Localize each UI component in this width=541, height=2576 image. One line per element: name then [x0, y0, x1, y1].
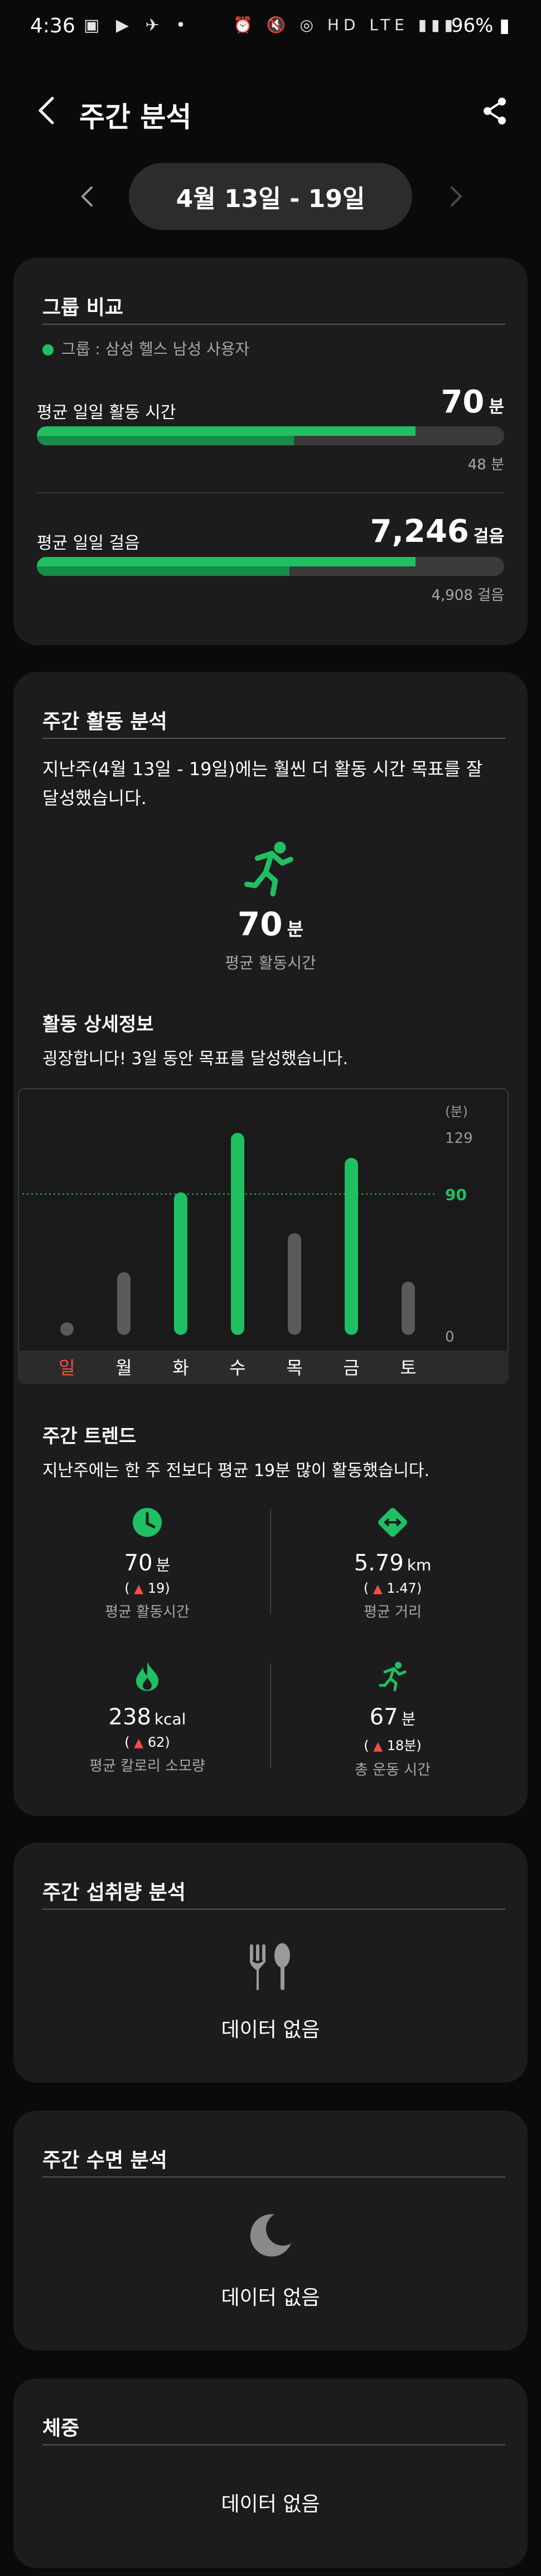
steps-bar — [37, 557, 504, 576]
intake-empty-text: 데이터 없음 — [221, 2018, 320, 2041]
trend-label: 평균 활동시간 — [105, 1604, 190, 1621]
trend-value: 70 분 — [36, 1550, 259, 1576]
up-arrow-icon: ▲ — [373, 1582, 383, 1596]
weight-card[interactable]: 체중 데이터 없음 — [13, 2378, 528, 2568]
trend-value-unit: 분 — [401, 1710, 416, 1728]
intake-title: 주간 섭취량 분석 — [42, 1881, 186, 1904]
battery-level: 96% ▮ — [451, 15, 510, 37]
trend-label: 평균 거리 — [364, 1604, 422, 1621]
intake-card[interactable]: 주간 섭취량 분석 데이터 없음 — [13, 1843, 528, 2083]
trend-item: 67 분 ( ▲ 18분) 총 운동 시간 — [281, 1661, 504, 1795]
trend-label: 평균 칼로리 소모량 — [89, 1758, 205, 1775]
prev-week-icon[interactable] — [76, 180, 98, 213]
sleep-card[interactable]: 주간 수면 분석 데이터 없음 — [13, 2111, 528, 2351]
group-compare-title: 그룹 비교 — [42, 296, 124, 319]
divider — [42, 324, 505, 325]
weight-title: 체중 — [42, 2417, 80, 2440]
distance-icon — [378, 1508, 407, 1537]
group-label-row: 그룹 : 삼성 헬스 남성 사용자 — [42, 337, 249, 359]
trend-item: 5.79 km ( ▲ 1.47) 평균 거리 — [281, 1507, 504, 1641]
next-week-icon — [451, 186, 462, 206]
divider — [37, 492, 504, 493]
steps-value: 7,246 걸음 — [370, 513, 504, 550]
sleep-title: 주간 수면 분석 — [42, 2149, 167, 2172]
group-steps-value: 4,908 걸음 — [431, 587, 504, 604]
trend-value-unit: km — [407, 1556, 432, 1574]
trend-delta-value: 1.47 — [387, 1580, 417, 1596]
sleep-empty-text: 데이터 없음 — [221, 2286, 320, 2309]
chart-day-axis — [18, 1351, 509, 1384]
activity-time-label: 평균 일일 활동 시간 — [37, 403, 176, 422]
trend-value-number: 238 — [108, 1704, 151, 1730]
trend-value-unit: 분 — [156, 1556, 171, 1574]
activity-detail-title: 활동 상세정보 — [42, 1013, 154, 1036]
date-range-selector[interactable]: 4월 13일 - 19일 — [129, 163, 412, 230]
divider — [270, 1509, 271, 1614]
steps-label: 평균 일일 걸음 — [37, 534, 140, 553]
avg-activity-label: 평균 활동시간 — [225, 954, 316, 972]
divider — [270, 1663, 271, 1768]
activity-detail-text: 굉장합니다! 3일 동안 목표를 달성했습니다. — [42, 1049, 348, 1069]
trend-value: 238 kcal — [36, 1704, 259, 1730]
my-activity-bar — [37, 426, 416, 436]
my-steps-bar — [37, 557, 416, 566]
group-compare-card: 그룹 비교 그룹 : 삼성 헬스 남성 사용자 평균 일일 활동 시간 70 분 … — [13, 258, 528, 645]
runner-icon — [244, 842, 293, 897]
up-arrow-icon: ▲ — [134, 1736, 144, 1750]
group-steps-bar — [37, 566, 289, 576]
moon-icon — [250, 2214, 291, 2257]
trend-delta-value: 62 — [147, 1734, 165, 1750]
clock-icon — [133, 1508, 162, 1537]
weekly-activity-title: 주간 활동 분석 — [42, 710, 167, 733]
weekly-activity-summary: 지난주(4월 13일 - 19일)에는 훨씬 더 활동 시간 목표를 잘 달성했… — [42, 758, 483, 809]
trend-delta: ( ▲ 1.47) — [363, 1580, 422, 1596]
back-arrow-icon[interactable] — [33, 94, 61, 127]
status-time: 4:36 — [30, 15, 75, 37]
divider — [42, 2176, 505, 2178]
trend-delta: ( ▲ 18분) — [364, 1738, 422, 1753]
activity-time-bar — [37, 426, 504, 445]
divider — [42, 738, 505, 739]
flame-icon — [136, 1662, 158, 1691]
group-activity-bar — [37, 436, 294, 445]
trend-delta: ( ▲ 62) — [124, 1734, 170, 1750]
activity-chart — [18, 1088, 509, 1384]
weight-empty-text: 데이터 없음 — [221, 2493, 320, 2516]
trend-value-number: 5.79 — [354, 1550, 404, 1576]
weekly-trend-title: 주간 트렌드 — [42, 1425, 137, 1448]
notification-icons: ▣ ▶ ✈ • — [84, 16, 191, 35]
trend-value-unit: kcal — [154, 1710, 186, 1728]
trend-value: 5.79 km — [281, 1550, 504, 1576]
share-icon[interactable] — [481, 96, 509, 126]
trend-value-number: 70 — [124, 1550, 153, 1576]
activity-time-value: 70 분 — [441, 384, 504, 420]
trend-delta-value: 19 — [147, 1580, 165, 1596]
divider — [42, 1909, 505, 1910]
trend-value: 67 분 — [281, 1704, 504, 1730]
group-dot-icon — [42, 344, 54, 355]
trend-delta-value: 18분 — [387, 1738, 417, 1753]
up-arrow-icon: ▲ — [373, 1739, 383, 1753]
page-title: 주간 분석 — [79, 101, 192, 133]
system-icons: ⏰ 🔇 ◎ HD LTE ▮▮▮ — [233, 16, 457, 34]
trend-item: 70 분 ( ▲ 19) 평균 활동시간 — [36, 1507, 259, 1641]
trend-label: 총 운동 시간 — [354, 1762, 431, 1779]
group-activity-value: 48 분 — [467, 456, 504, 473]
fork-knife-icon — [250, 1943, 290, 1990]
up-arrow-icon: ▲ — [134, 1582, 144, 1596]
trend-item: 238 kcal ( ▲ 62) 평균 칼로리 소모량 — [36, 1661, 259, 1795]
runner-icon — [379, 1662, 407, 1691]
trend-delta: ( ▲ 19) — [124, 1580, 170, 1596]
weekly-trend-summary: 지난주에는 한 주 전보다 평균 19분 많이 활동했습니다. — [42, 1461, 430, 1481]
avg-activity-value: 70 분 — [237, 905, 304, 943]
trend-value-number: 67 — [369, 1704, 398, 1730]
status-bar: 4:36 ▣ ▶ ✈ • ⏰ 🔇 ◎ HD LTE ▮▮▮ 96% ▮ — [0, 0, 541, 56]
divider — [42, 2444, 505, 2445]
